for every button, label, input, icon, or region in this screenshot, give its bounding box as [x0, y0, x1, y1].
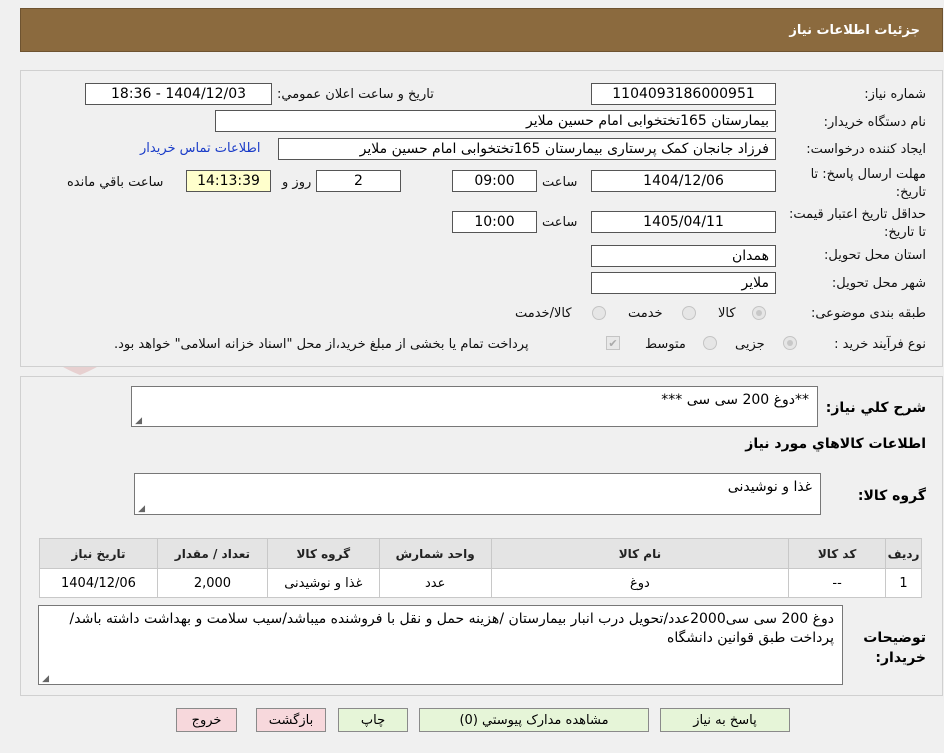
creator-field: فرزاد جانجان کمک پرستاری بیمارستان 165تخ…	[278, 138, 776, 160]
goods-group-textarea[interactable]: غذا و نوشیدنی ◢	[134, 473, 821, 515]
validity-date-field: 1405/04/11	[591, 211, 776, 233]
cell-group: غذا و نوشیدنی	[266, 568, 380, 598]
summary-text: **دوغ 200 سی سی ***	[661, 392, 809, 408]
province-label: استان محل تحویل:	[824, 248, 926, 263]
category-radio-goods-service[interactable]	[592, 306, 606, 320]
need-number-label: شماره نیاز:	[864, 87, 926, 102]
goods-group-text: غذا و نوشیدنی	[727, 479, 812, 495]
cell-item-code: --	[788, 568, 887, 598]
cell-unit: عدد	[378, 568, 492, 598]
process-option-medium: متوسط	[645, 337, 686, 352]
city-label: شهر محل تحویل:	[831, 276, 926, 291]
goods-group-label: گروه کالا:	[857, 488, 926, 504]
buyer-org-field: بیمارستان 165تختخوابی امام حسین ملایر	[215, 110, 776, 132]
buyer-notes-textarea[interactable]: دوغ 200 سی سی2000عدد/تحویل درب انبار بیم…	[38, 605, 843, 685]
resize-handle-icon[interactable]: ◢	[41, 675, 49, 684]
buyer-org-label: نام دستگاه خريدار:	[823, 115, 926, 130]
creator-label: ايجاد كننده درخواست:	[806, 142, 926, 157]
validity-label: حداقل تاریخ اعتبار قیمت: تا تاریخ:	[788, 207, 926, 240]
category-radio-goods[interactable]	[752, 306, 766, 320]
announce-label: تاریخ و ساعت اعلان عمومي:	[277, 87, 434, 102]
cell-row-number: 1	[885, 568, 922, 598]
process-label: نوع فرآیند خرید :	[834, 337, 926, 352]
back-button[interactable]: بازگشت	[256, 708, 326, 732]
buyer-contact-link[interactable]: اطلاعات تماس خريدار	[140, 141, 260, 156]
buyer-notes-label: توضیحات خریدار:	[863, 630, 926, 666]
validity-hour-label: ساعت	[542, 215, 578, 230]
process-radio-medium[interactable]	[703, 336, 717, 350]
col-header-quantity: تعداد / مقدار	[156, 538, 268, 569]
category-option-goods-service: کالا/خدمت	[515, 306, 572, 321]
days-label: روز و	[282, 175, 312, 190]
send-deadline-label: مهلت ارسال پاسخ: تا تاریخ:	[810, 167, 926, 200]
resize-handle-icon[interactable]: ◢	[137, 505, 145, 514]
goods-table: ردیف کد کالا نام کالا واحد شمارش گروه کا…	[39, 538, 922, 598]
remaining-time-field: 14:13:39	[186, 170, 271, 192]
page-title: جزئیات اطلاعات نیاز	[789, 22, 920, 38]
col-header-item-code: کد کالا	[788, 538, 887, 569]
remaining-label: ساعت باقي مانده	[67, 175, 164, 190]
days-remaining-field: 2	[316, 170, 401, 192]
need-number-field: 1104093186000951	[591, 83, 776, 105]
process-option-minor: جزیی	[735, 337, 765, 352]
payment-note: پرداخت تمام یا بخشی از مبلغ خرید،از محل …	[114, 337, 529, 352]
category-label: طبقه بندی موضوعی:	[810, 306, 926, 321]
goods-section-title: اطلاعات کالاهاي مورد نیاز	[745, 436, 926, 452]
category-option-goods: کالا	[718, 306, 736, 321]
col-header-unit: واحد شمارش	[378, 538, 492, 569]
send-hour-label: ساعت	[542, 175, 578, 190]
reply-button[interactable]: پاسخ به نیاز	[660, 708, 790, 732]
col-header-item-name: نام کالا	[490, 538, 790, 569]
treasury-checkbox[interactable]: ✔	[606, 336, 620, 350]
send-deadline-time-field: 09:00	[452, 170, 537, 192]
col-header-group: گروه کالا	[266, 538, 380, 569]
category-option-service: خدمت	[628, 306, 663, 321]
send-deadline-date-field: 1404/12/06	[591, 170, 776, 192]
cell-item-name: دوغ	[490, 568, 790, 598]
process-radio-minor[interactable]	[783, 336, 797, 350]
col-header-row-number: ردیف	[885, 538, 922, 569]
col-header-need-date: تاریخ نیاز	[39, 538, 158, 569]
province-field: همدان	[591, 245, 776, 267]
city-field: ملایر	[591, 272, 776, 294]
summary-textarea[interactable]: **دوغ 200 سی سی *** ◢	[131, 386, 818, 427]
cell-quantity: 2,000	[156, 568, 268, 598]
resize-handle-icon[interactable]: ◢	[134, 417, 142, 426]
print-button[interactable]: چاپ	[338, 708, 408, 732]
validity-time-field: 10:00	[452, 211, 537, 233]
summary-label: شرح کلي نیاز:	[825, 400, 926, 416]
announce-datetime-field: 1404/12/03 - 18:36	[85, 83, 272, 105]
page-header: جزئیات اطلاعات نیاز	[20, 8, 943, 52]
exit-button[interactable]: خروج	[176, 708, 237, 732]
buyer-notes-text: دوغ 200 سی سی2000عدد/تحویل درب انبار بیم…	[69, 611, 834, 646]
view-attachments-button[interactable]: مشاهده مدارک پیوستي (0)	[419, 708, 649, 732]
category-radio-service[interactable]	[682, 306, 696, 320]
table-row: 1 -- دوغ عدد غذا و نوشیدنی 2,000 1404/12…	[39, 568, 922, 598]
cell-need-date: 1404/12/06	[39, 568, 158, 598]
goods-table-header-row: ردیف کد کالا نام کالا واحد شمارش گروه کا…	[39, 538, 922, 569]
